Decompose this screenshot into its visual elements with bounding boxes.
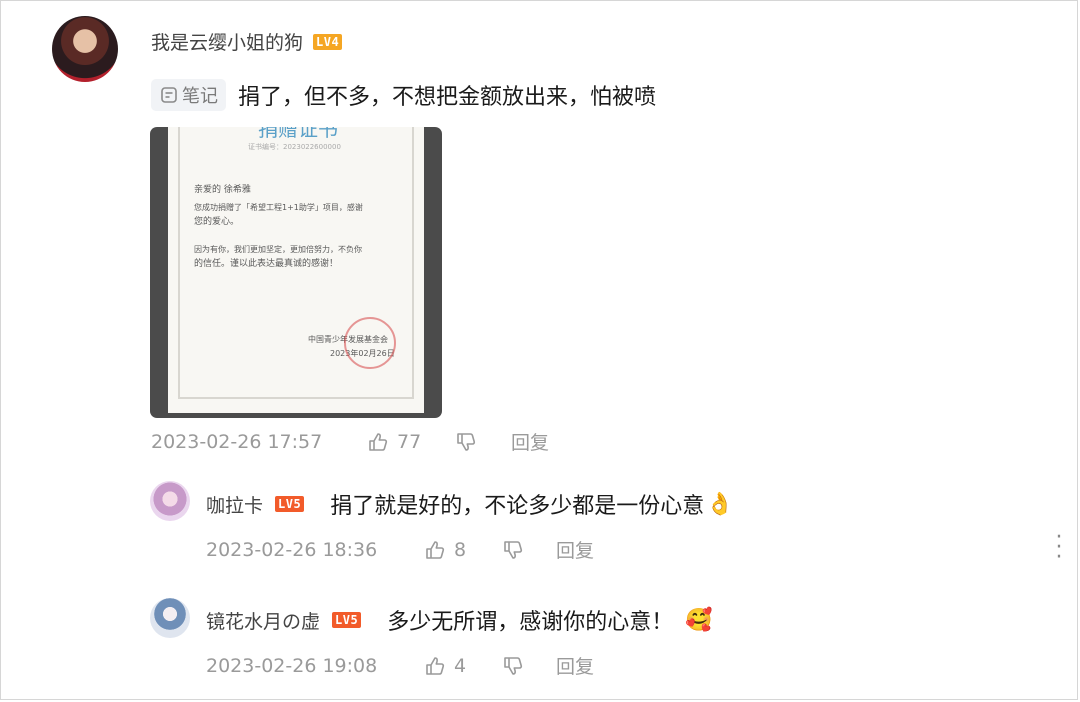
certificate-line: 因为有你，我们更加坚定，更加倍努力，不负你 <box>194 245 362 254</box>
thumb-up-icon <box>426 656 445 675</box>
reply-text: 捐了就是好的，不论多少都是一份心意 <box>330 494 705 519</box>
like-button[interactable]: 4 <box>424 655 502 677</box>
timestamp: 2023-02-26 18:36 <box>206 538 378 561</box>
like-button[interactable]: 8 <box>424 539 502 561</box>
comment-text: 捐了，但不多，不想把金额放出来，怕被喷 <box>238 85 657 110</box>
reply-meta: 2023-02-26 19:08 4 回复 <box>206 652 594 679</box>
avatar[interactable] <box>52 16 118 82</box>
level-badge: LV5 <box>332 612 362 628</box>
username[interactable]: 我是云缨小姐的狗 <box>151 28 303 55</box>
thumb-up-icon <box>369 432 388 451</box>
like-count: 8 <box>454 538 467 561</box>
reply-button[interactable]: 回复 <box>556 536 594 563</box>
reply-meta: 2023-02-26 18:36 8 回复 <box>206 536 594 563</box>
certificate-paper: 捐赠证书 证书编号：2023022600000 亲爱的 徐希雅 您成功捐赠了「希… <box>168 127 424 413</box>
timestamp: 2023-02-26 17:57 <box>151 430 323 453</box>
dislike-button[interactable] <box>455 431 511 453</box>
like-count: 77 <box>397 430 422 453</box>
like-count: 4 <box>454 654 467 677</box>
certificate-line: 亲爱的 徐希雅 <box>194 185 251 195</box>
reply-button[interactable]: 回复 <box>511 428 549 455</box>
note-tag-label: 笔记 <box>182 86 218 107</box>
thumb-down-icon <box>457 432 476 451</box>
note-tag[interactable]: 笔记 <box>151 79 226 111</box>
thumb-down-icon <box>504 540 523 559</box>
comment-meta: 2023-02-26 17:57 77 回复 <box>151 428 549 455</box>
timestamp: 2023-02-26 19:08 <box>206 654 378 677</box>
ok-hand-emoji: 👌 <box>706 491 734 517</box>
reply-button[interactable]: 回复 <box>556 652 594 679</box>
certificate-line: 的信任。谨以此表达最真诚的感谢！ <box>194 259 339 269</box>
more-vertical-icon[interactable]: · · · <box>1051 527 1067 569</box>
reply-text: 多少无所谓，感谢你的心意！ <box>387 610 674 635</box>
comment-header: 我是云缨小姐的狗 LV4 <box>151 28 343 55</box>
smiling-hearts-emoji: 🥰 <box>685 607 713 633</box>
reply-header: 镜花水月の虚 LV5 多少无所谓，感谢你的心意！ 🥰 <box>206 604 713 636</box>
comment-thread-panel: 我是云缨小姐的狗 LV4 笔记 捐了，但不多，不想把金额放出来，怕被喷 捐赠证书… <box>0 0 1078 700</box>
avatar[interactable] <box>150 481 190 521</box>
certificate-line: 您成功捐赠了「希望工程1+1助学」项目，感谢 <box>194 203 363 212</box>
certificate-number: 证书编号：2023022600000 <box>248 143 341 151</box>
level-badge: LV4 <box>313 33 343 50</box>
reply-header: 咖拉卡 LV5 捐了就是好的，不论多少都是一份心意 👌 <box>206 488 734 520</box>
level-badge: LV5 <box>275 496 305 512</box>
thumb-down-icon <box>504 656 523 675</box>
comment-body: 笔记 捐了，但不多，不想把金额放出来，怕被喷 <box>151 79 656 111</box>
avatar[interactable] <box>150 598 190 638</box>
donation-certificate-image[interactable]: 捐赠证书 证书编号：2023022600000 亲爱的 徐希雅 您成功捐赠了「希… <box>150 127 442 418</box>
dislike-button[interactable] <box>502 655 556 677</box>
username[interactable]: 咖拉卡 <box>206 491 263 518</box>
certificate-title: 捐赠证书 <box>258 127 338 141</box>
certificate-line: 您的爱心。 <box>194 217 240 227</box>
dislike-button[interactable] <box>502 539 556 561</box>
like-button[interactable]: 77 <box>367 431 455 453</box>
note-icon <box>161 87 177 103</box>
thumb-up-icon <box>426 540 445 559</box>
certificate-stamp <box>344 317 396 369</box>
username[interactable]: 镜花水月の虚 <box>206 607 320 634</box>
